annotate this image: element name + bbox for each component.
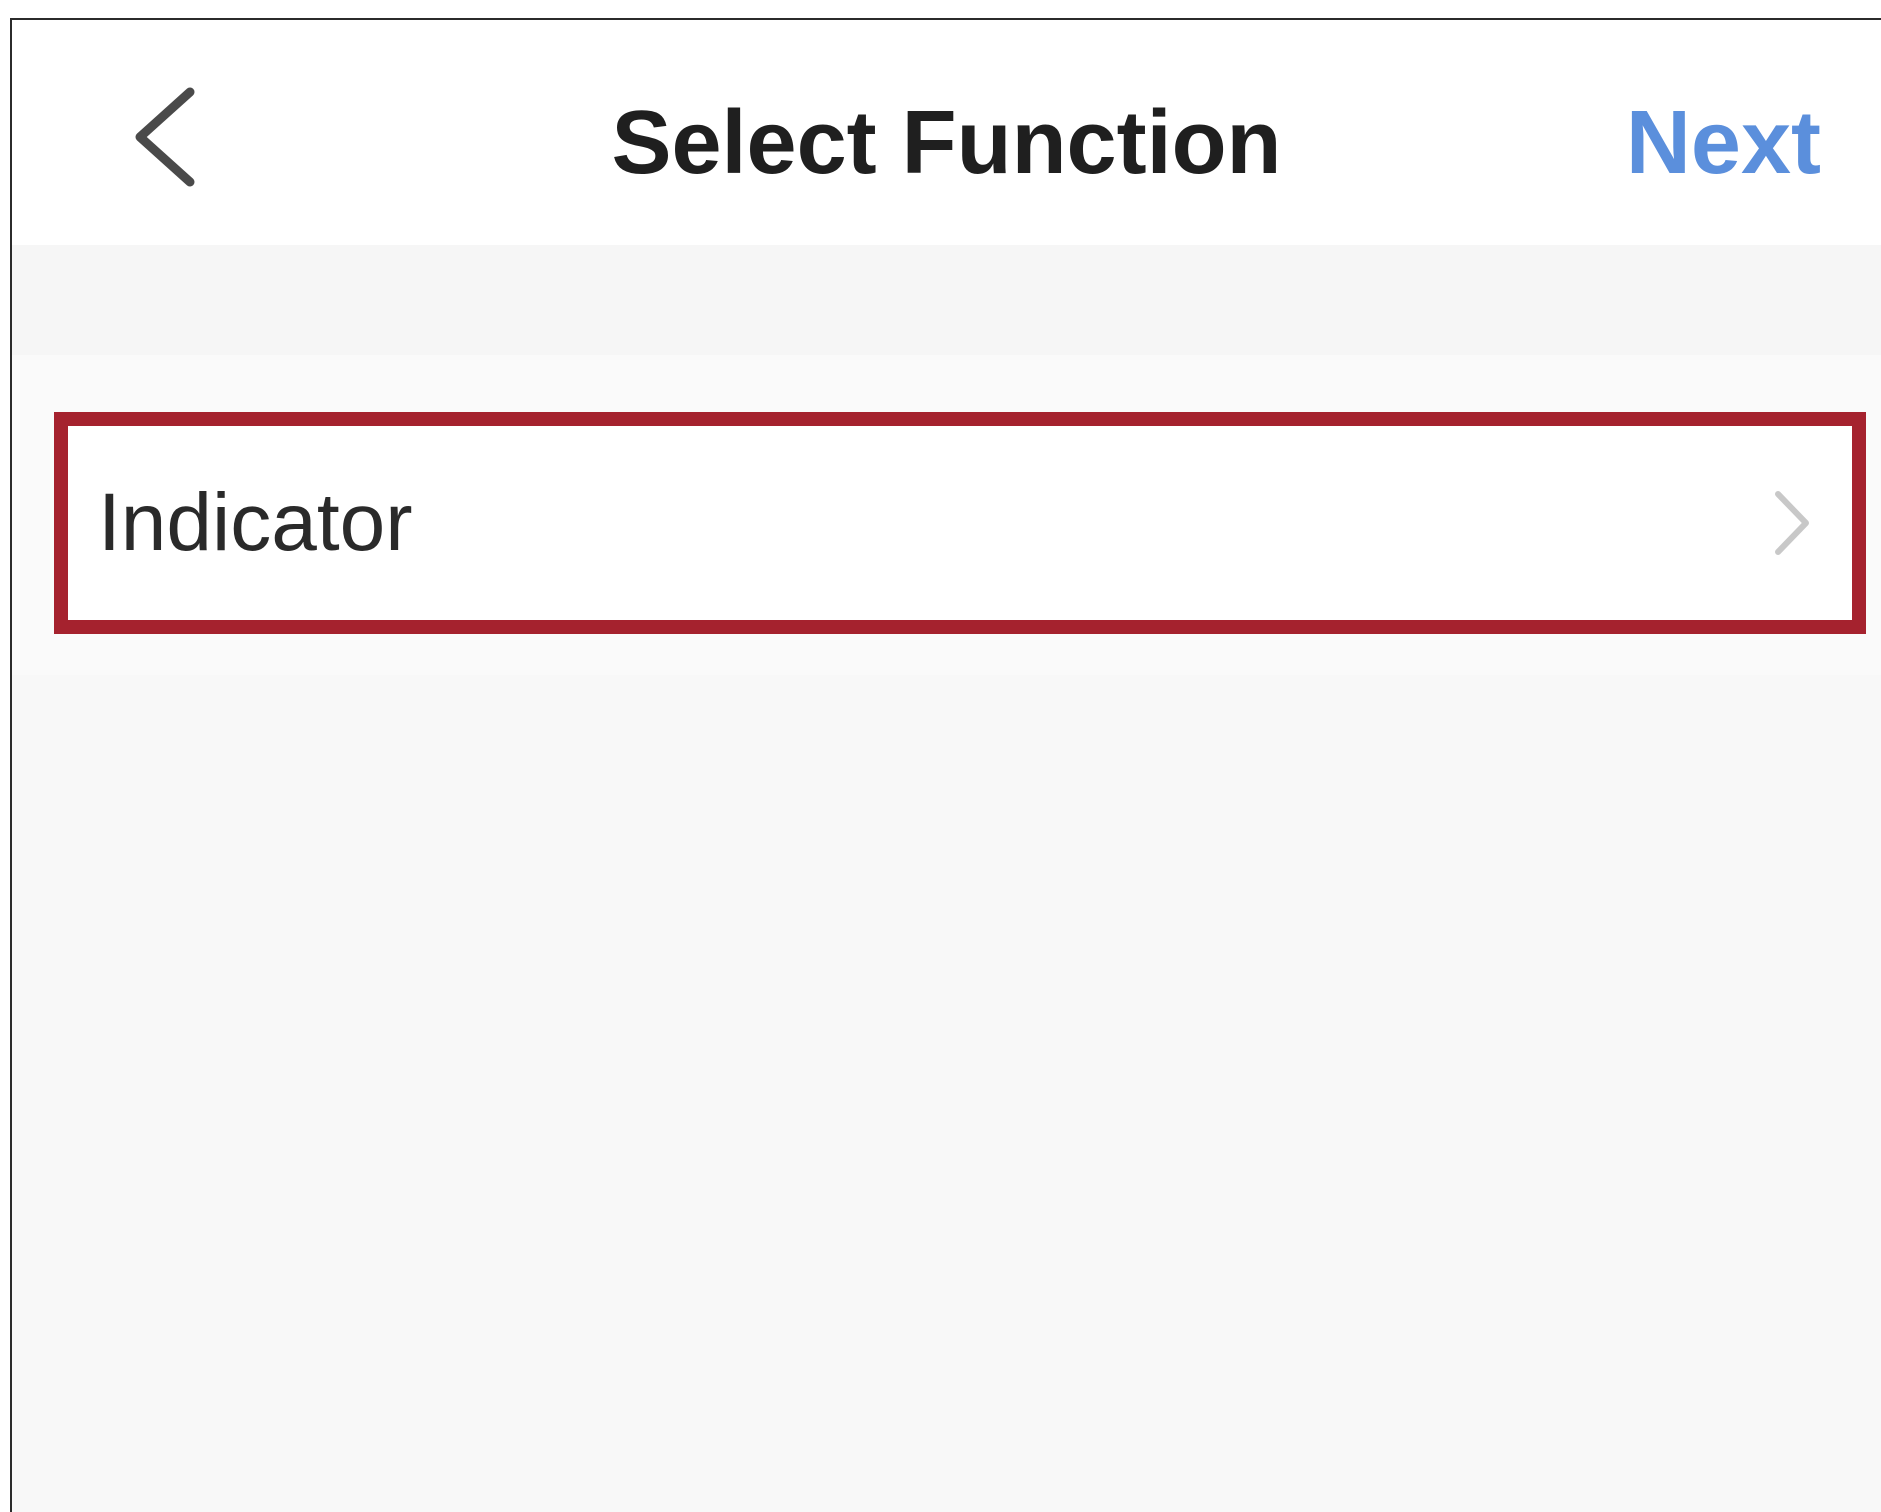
next-button[interactable]: Next bbox=[1626, 98, 1821, 188]
chevron-right-icon bbox=[1768, 488, 1816, 558]
list-item-indicator[interactable]: Indicator bbox=[54, 412, 1866, 634]
list-item-label: Indicator bbox=[98, 477, 413, 568]
section-spacer bbox=[12, 245, 1881, 355]
page-title: Select Function bbox=[611, 93, 1282, 193]
navigation-header: Select Function Next bbox=[12, 20, 1881, 245]
app-screen: Select Function Next Indicator bbox=[10, 18, 1881, 1512]
